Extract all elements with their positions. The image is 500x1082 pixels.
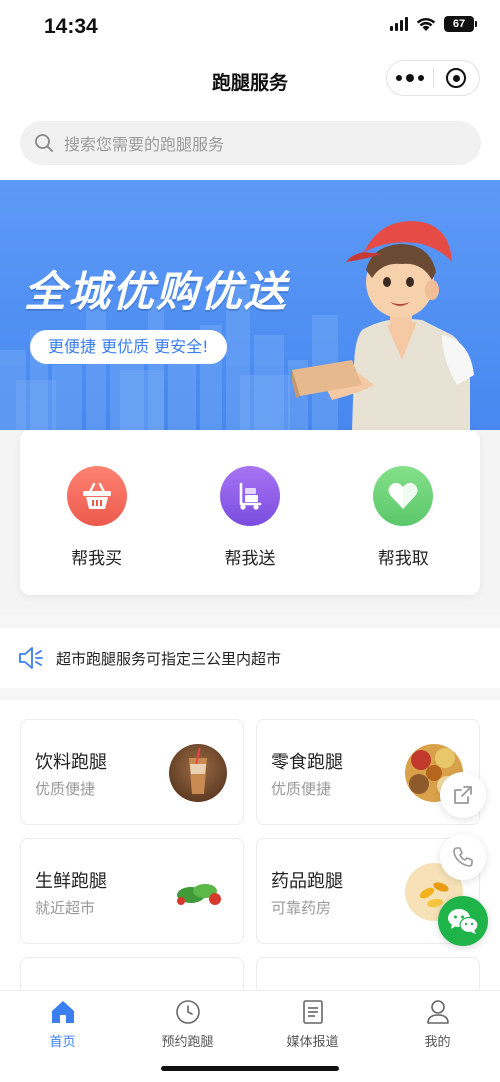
category-card-drinks[interactable]: 饮料跑腿 优质便捷: [20, 719, 244, 825]
document-icon: [302, 1000, 323, 1024]
delivery-courier-illustration: [292, 221, 474, 430]
tab-home[interactable]: 首页: [0, 991, 125, 1082]
services-card: 帮我买 帮我送 帮我取: [20, 430, 480, 595]
notice-text: 超市跑腿服务可指定三公里内超市: [56, 649, 282, 668]
category-subtitle: 优质便捷: [271, 780, 332, 798]
service-pickup-label: 帮我取: [377, 549, 429, 569]
category-subtitle: 就近超市: [35, 899, 96, 917]
user-icon: [426, 1000, 449, 1024]
clock-icon: [175, 1000, 200, 1024]
tab-media-label: 媒体报道: [286, 1035, 339, 1050]
home-icon: [51, 1001, 74, 1023]
category-card-fresh[interactable]: 生鲜跑腿 就近超市: [20, 838, 244, 944]
cellular-signal-icon: [390, 17, 408, 31]
search-input[interactable]: 搜索您需要的跑腿服务: [20, 121, 481, 165]
tab-mine[interactable]: 我的: [375, 991, 500, 1082]
notice-bar[interactable]: 超市跑腿服务可指定三公里内超市: [0, 628, 500, 688]
more-button[interactable]: [387, 61, 433, 95]
mini-program-capsule: [386, 60, 480, 96]
wifi-icon: [416, 17, 436, 31]
tab-mine-label: 我的: [424, 1035, 451, 1050]
category-grid: 饮料跑腿 优质便捷 零食跑腿 优质便捷 生鲜跑腿 就近超市 药品跑腿 可靠药房: [0, 700, 500, 990]
drink-image: [169, 744, 227, 802]
hand-truck-icon: [219, 466, 280, 526]
heart-icon: [373, 466, 434, 526]
category-card-partial[interactable]: [20, 957, 244, 990]
more-dots-icon: [396, 75, 402, 81]
service-deliver[interactable]: 帮我送: [173, 430, 326, 595]
close-mini-program-button[interactable]: [434, 61, 479, 95]
category-subtitle: 优质便捷: [35, 780, 96, 798]
service-deliver-label: 帮我送: [224, 549, 276, 569]
nav-bar: 跑腿服务: [0, 54, 500, 106]
service-buy-label: 帮我买: [71, 549, 123, 569]
tab-home-label: 首页: [49, 1035, 76, 1050]
share-button[interactable]: [440, 772, 486, 818]
status-icons: 67: [390, 16, 477, 32]
category-title: 生鲜跑腿: [35, 871, 107, 892]
status-bar: 14:34 67: [0, 0, 500, 54]
category-card-partial[interactable]: [256, 957, 480, 990]
vegetables-image: [169, 863, 227, 921]
home-indicator: [161, 1066, 339, 1071]
target-icon: [446, 68, 467, 88]
search-placeholder: 搜索您需要的跑腿服务: [64, 135, 225, 154]
status-time: 14:34: [44, 15, 98, 38]
tab-appointment-label: 预约跑腿: [161, 1035, 214, 1050]
promo-banner[interactable]: 全城优购优送 更便捷 更优质 更安全!: [0, 180, 500, 430]
phone-icon: [453, 847, 473, 867]
category-title: 饮料跑腿: [35, 752, 107, 773]
wechat-icon: [448, 909, 479, 934]
category-subtitle: 可靠药房: [271, 899, 332, 917]
category-title: 零食跑腿: [271, 752, 343, 773]
shopping-basket-icon: [66, 466, 127, 526]
battery-icon: 67: [444, 16, 477, 32]
search-icon: [35, 134, 53, 152]
banner-headline: 全城优购优送: [24, 267, 289, 316]
search-area: 搜索您需要的跑腿服务: [0, 106, 500, 180]
phone-button[interactable]: [440, 834, 486, 880]
category-title: 药品跑腿: [271, 871, 343, 892]
service-buy[interactable]: 帮我买: [20, 430, 173, 595]
speaker-icon: [19, 647, 43, 669]
wechat-contact-button[interactable]: [438, 896, 488, 946]
service-pickup[interactable]: 帮我取: [327, 430, 480, 595]
banner-tagline: 更便捷 更优质 更安全!: [30, 330, 227, 364]
share-icon: [454, 786, 472, 804]
